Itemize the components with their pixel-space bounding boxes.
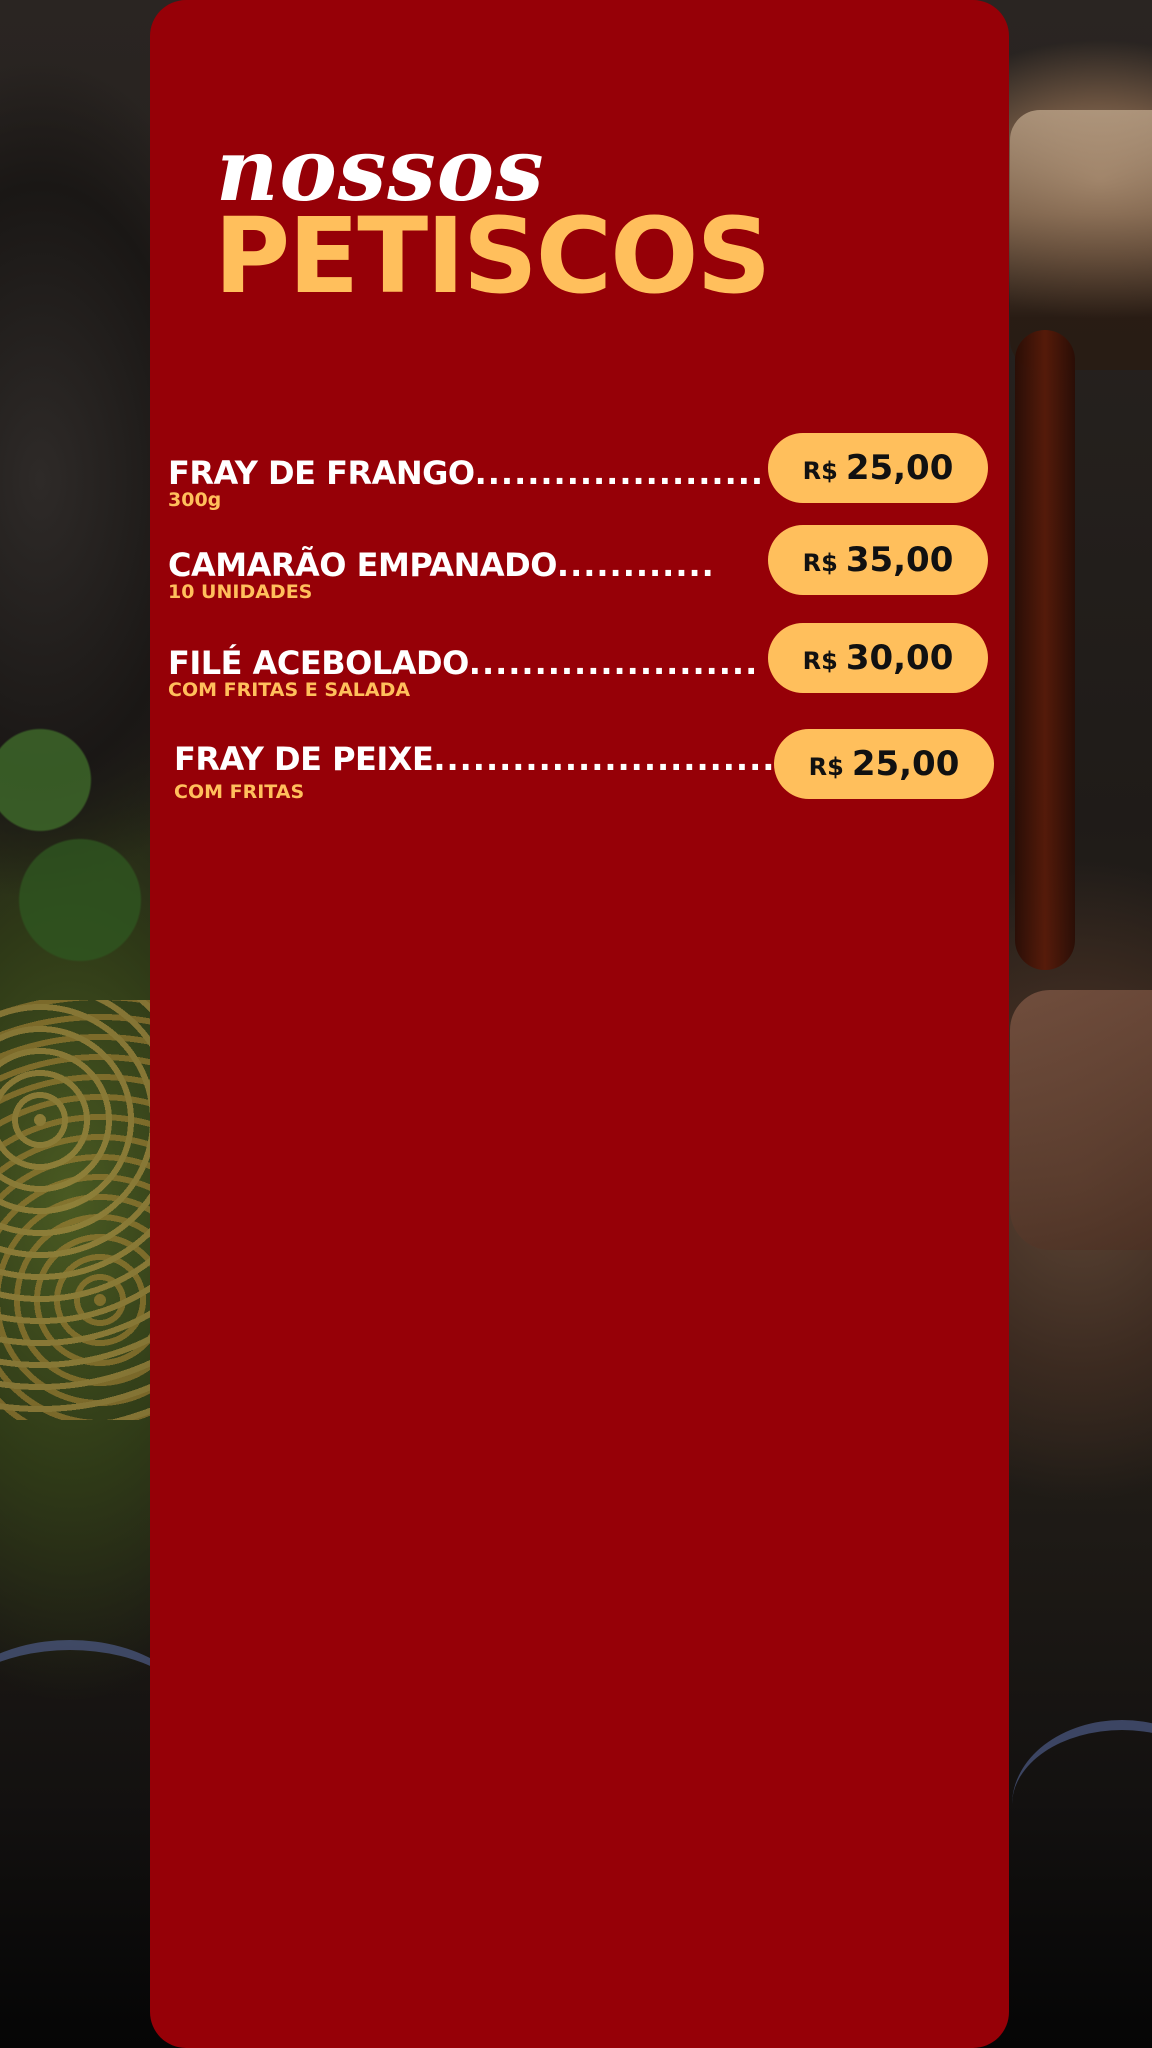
broccoli-image	[0, 700, 150, 1000]
price-badge: R$ 25,00	[768, 433, 988, 503]
price-value: 25,00	[845, 448, 954, 488]
meat-image	[1010, 990, 1152, 1250]
menu-item-name-row: CAMARÃO EMPANADO ............	[168, 539, 758, 581]
menu-item-name: CAMARÃO EMPANADO	[168, 546, 557, 581]
plate-rim-right	[1012, 1720, 1152, 1890]
menu-item-detail: 300g	[168, 489, 222, 511]
menu-item: FRAY DE PEIXE ..........................…	[174, 729, 1009, 833]
menu-item-name-row: FRAY DE PEIXE ..........................	[174, 733, 774, 775]
price-badge: R$ 25,00	[774, 729, 994, 799]
menu-item-detail: COM FRITAS E SALADA	[168, 679, 411, 701]
menu-panel: nossos PETISCOS FRAY DE FRANGO .........…	[150, 0, 1009, 2048]
price-badge: R$ 35,00	[768, 525, 988, 595]
noodles-image	[0, 1000, 160, 1420]
price-value: 35,00	[845, 540, 954, 580]
currency-label: R$	[802, 549, 838, 577]
sauce-drizzle-image	[1015, 330, 1075, 970]
menu-item-leader-dots: .......................	[468, 647, 760, 679]
menu-item: FILÉ ACEBOLADO ....................... C…	[168, 623, 1008, 737]
price-value: 30,00	[845, 638, 954, 678]
menu-item-leader-dots: ......................	[474, 457, 762, 489]
menu-item-leader-dots: ..........................	[433, 743, 774, 775]
menu-item-detail: 10 UNIDADES	[168, 581, 313, 603]
currency-label: R$	[802, 457, 838, 485]
menu-item-leader-dots: ............	[556, 549, 715, 581]
menu-item-name-row: FILÉ ACEBOLADO .......................	[168, 637, 760, 679]
menu-item-name: FRAY DE FRANGO	[168, 454, 475, 489]
price-badge: R$ 30,00	[768, 623, 988, 693]
currency-label: R$	[802, 647, 838, 675]
menu-item-name: FILÉ ACEBOLADO	[168, 644, 469, 679]
page-title: PETISCOS	[214, 195, 771, 317]
menu-item-name: FRAY DE PEIXE	[174, 740, 434, 775]
menu-item-detail: COM FRITAS	[174, 781, 305, 803]
menu-item-name-row: FRAY DE FRANGO ......................	[168, 447, 762, 489]
sauce-bowl-image	[1010, 110, 1152, 370]
price-value: 25,00	[851, 744, 960, 784]
currency-label: R$	[808, 753, 844, 781]
